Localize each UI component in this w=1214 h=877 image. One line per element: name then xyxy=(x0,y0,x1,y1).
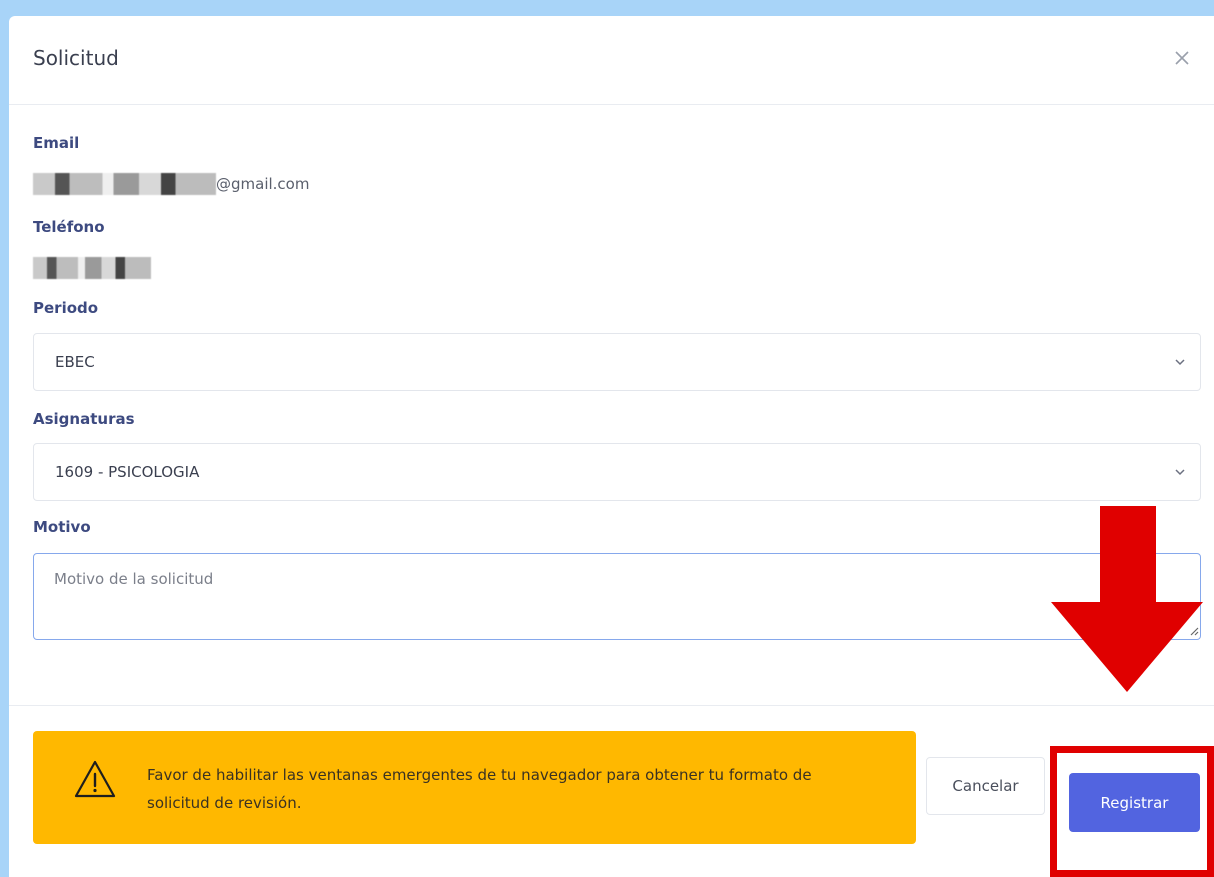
phone-value xyxy=(33,257,151,279)
reason-label: Motivo xyxy=(33,518,91,536)
redacted-phone xyxy=(33,257,151,279)
footer-divider xyxy=(9,705,1214,706)
subjects-select[interactable]: 1609 - PSICOLOGIA xyxy=(33,443,1201,501)
request-modal: Solicitud Email @gmail.com Teléfono Peri… xyxy=(9,16,1214,877)
email-domain: @gmail.com xyxy=(216,175,310,193)
subjects-selected-value: 1609 - PSICOLOGIA xyxy=(55,463,200,481)
close-icon xyxy=(1175,51,1189,65)
chevron-down-icon xyxy=(1175,469,1185,476)
period-select[interactable]: EBEC xyxy=(33,333,1201,391)
email-value: @gmail.com xyxy=(33,173,309,195)
reason-textarea[interactable] xyxy=(33,553,1201,640)
chevron-down-icon xyxy=(1175,359,1185,366)
cancel-button[interactable]: Cancelar xyxy=(926,757,1045,815)
subjects-label: Asignaturas xyxy=(33,410,135,428)
modal-title: Solicitud xyxy=(33,46,119,70)
close-button[interactable] xyxy=(1168,44,1196,72)
register-button[interactable]: Registrar xyxy=(1069,773,1200,832)
modal-header: Solicitud xyxy=(9,16,1214,105)
phone-label: Teléfono xyxy=(33,218,105,236)
alert-message: Favor de habilitar las ventanas emergent… xyxy=(147,766,812,812)
period-selected-value: EBEC xyxy=(55,353,95,371)
warning-icon xyxy=(74,760,116,798)
popup-warning-alert: Favor de habilitar las ventanas emergent… xyxy=(33,731,916,844)
resize-grip-icon[interactable] xyxy=(1187,624,1199,636)
email-label: Email xyxy=(33,134,80,152)
period-label: Periodo xyxy=(33,299,99,317)
redacted-email-user xyxy=(33,173,216,195)
